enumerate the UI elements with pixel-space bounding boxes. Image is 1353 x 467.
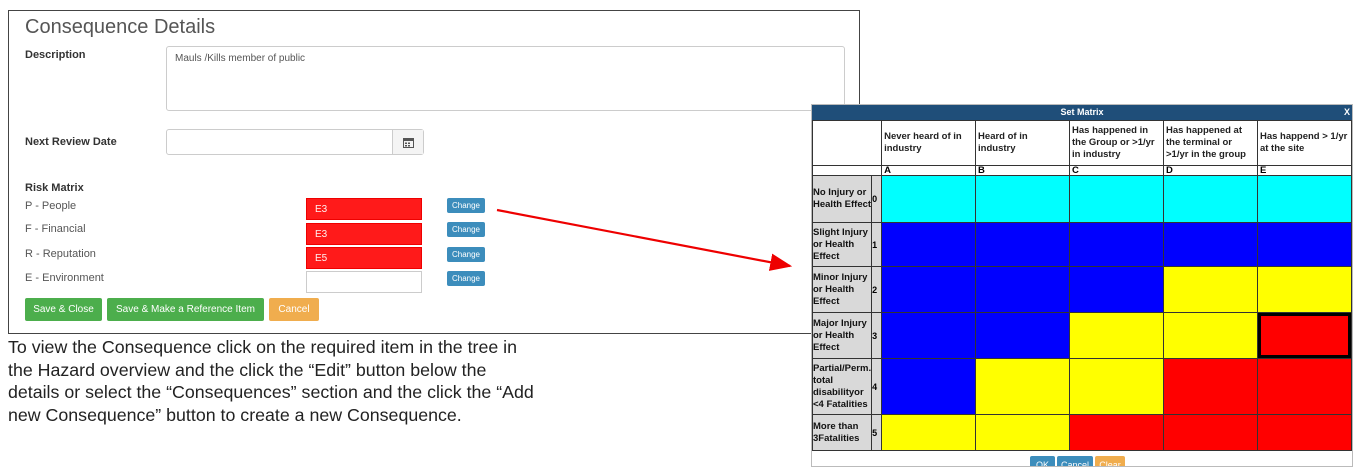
- matrix-cell[interactable]: [1256, 266, 1352, 313]
- matrix-cell[interactable]: [881, 175, 977, 223]
- consequence-label: Major Injury or Health Effect: [812, 312, 873, 359]
- consequence-number: 0: [871, 175, 883, 223]
- matrix-cell[interactable]: [1069, 414, 1164, 451]
- consequence-number: 5: [871, 414, 883, 451]
- consequence-label: No Injury or Health Effect: [812, 175, 873, 223]
- matrix-cancel-button[interactable]: Cancel: [1057, 456, 1093, 466]
- dialog-title-bar: Set Matrix X: [812, 105, 1352, 120]
- matrix-cell[interactable]: [975, 312, 1071, 359]
- dialog-title: Set Matrix: [1060, 107, 1104, 117]
- matrix-cell[interactable]: [1069, 175, 1164, 223]
- matrix-header-row: Never heard of in industry Heard of in in…: [812, 120, 1352, 166]
- consequence-label: Partial/Perm. total disabilityor <4 Fata…: [812, 358, 873, 415]
- matrix-cell[interactable]: [1256, 414, 1352, 451]
- clear-button[interactable]: Clear: [1095, 456, 1125, 466]
- matrix-row: Partial/Perm. total disabilityor <4 Fata…: [812, 358, 1352, 415]
- matrix-cell[interactable]: [1162, 312, 1258, 359]
- likelihood-header: Has happened at the terminal or >1/yr in…: [1162, 120, 1258, 166]
- matrix-cell[interactable]: [1069, 312, 1164, 359]
- consequence-number: 4: [871, 358, 883, 415]
- consequence-label: Slight Injury or Health Effect: [812, 222, 873, 267]
- matrix-cell[interactable]: [1162, 175, 1258, 223]
- matrix-cell[interactable]: [975, 222, 1071, 267]
- matrix-cell[interactable]: [1162, 266, 1258, 313]
- likelihood-letter: A: [881, 165, 977, 176]
- matrix-row: Minor Injury or Health Effect 2: [812, 266, 1352, 313]
- matrix-letter-row: ABCDE: [812, 165, 1352, 176]
- matrix-cell[interactable]: [975, 266, 1071, 313]
- likelihood-header: Has happened in the Group or >1/yr in in…: [1069, 120, 1164, 166]
- consequence-label: Minor Injury or Health Effect: [812, 266, 873, 313]
- matrix-cell[interactable]: [881, 414, 977, 451]
- matrix-cell[interactable]: [881, 312, 977, 359]
- matrix-cell[interactable]: [1162, 222, 1258, 267]
- consequence-number: 1: [871, 222, 883, 267]
- likelihood-header: Never heard of in industry: [881, 120, 977, 166]
- matrix-cell[interactable]: [881, 266, 977, 313]
- matrix-corner-letter: [812, 165, 883, 176]
- matrix-row: Slight Injury or Health Effect 1: [812, 222, 1352, 267]
- matrix-cell[interactable]: [881, 358, 977, 415]
- consequence-number: 3: [871, 312, 883, 359]
- set-matrix-dialog: Set Matrix X Never heard of in industry H…: [811, 104, 1353, 467]
- matrix-cell[interactable]: [1069, 222, 1164, 267]
- risk-matrix-table: Never heard of in industry Heard of in in…: [812, 120, 1352, 451]
- matrix-cell[interactable]: [1256, 358, 1352, 415]
- matrix-corner: [812, 120, 883, 166]
- matrix-cell[interactable]: [975, 358, 1071, 415]
- matrix-row: No Injury or Health Effect 0: [812, 175, 1352, 223]
- likelihood-header: Heard of in industry: [975, 120, 1071, 166]
- matrix-cell[interactable]: [975, 175, 1071, 223]
- likelihood-letter: C: [1069, 165, 1164, 176]
- matrix-cell[interactable]: [1162, 414, 1258, 451]
- ok-button[interactable]: OK: [1030, 456, 1055, 466]
- likelihood-header: Has happend > 1/yr at the site: [1256, 120, 1352, 166]
- matrix-cell[interactable]: [1256, 222, 1352, 267]
- matrix-cell[interactable]: [1069, 358, 1164, 415]
- dialog-footer: OK Cancel Clear: [812, 456, 1352, 466]
- matrix-cell-selected[interactable]: [1256, 312, 1352, 359]
- matrix-row: Major Injury or Health Effect 3: [812, 312, 1352, 359]
- likelihood-letter: E: [1256, 165, 1352, 176]
- consequence-number: 2: [871, 266, 883, 313]
- matrix-cell[interactable]: [975, 414, 1071, 451]
- likelihood-letter: D: [1162, 165, 1258, 176]
- close-icon[interactable]: X: [1344, 105, 1350, 120]
- matrix-cell[interactable]: [881, 222, 977, 267]
- consequence-label: More than 3Fatalities: [812, 414, 873, 451]
- matrix-cell[interactable]: [1069, 266, 1164, 313]
- matrix-cell[interactable]: [1162, 358, 1258, 415]
- matrix-row: More than 3Fatalities 5: [812, 414, 1352, 451]
- matrix-cell[interactable]: [1256, 175, 1352, 223]
- likelihood-letter: B: [975, 165, 1071, 176]
